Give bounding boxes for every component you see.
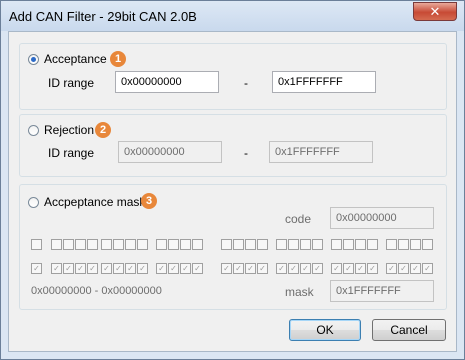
rejection-to-input[interactable]: 0x1FFFFFFF: [269, 141, 373, 163]
code-bit-6-checkbox[interactable]: [343, 239, 354, 250]
window-title: Add CAN Filter - 29bit CAN 2.0B: [9, 9, 197, 24]
mask-bit-2-checkbox[interactable]: ✓: [398, 263, 409, 274]
mask-bit-20-checkbox[interactable]: ✓: [137, 263, 148, 274]
rejection-range-dash: -: [244, 146, 248, 160]
mask-bit-28-checkbox[interactable]: ✓: [31, 263, 42, 274]
mask-bit-27-checkbox[interactable]: ✓: [51, 263, 62, 274]
code-bit-13-checkbox[interactable]: [245, 239, 256, 250]
code-bit-20-checkbox[interactable]: [137, 239, 148, 250]
acceptance-group: Acceptance 1 ID range 0x00000000 - 0x1FF…: [19, 43, 447, 110]
step-badge-1: 1: [110, 51, 126, 67]
mask-bit-0-checkbox[interactable]: ✓: [422, 263, 433, 274]
code-bit-14-checkbox[interactable]: [233, 239, 244, 250]
rejection-group: Rejection 2 ID range 0x00000000 - 0x1FFF…: [19, 114, 447, 177]
mask-bit-18-checkbox[interactable]: ✓: [168, 263, 179, 274]
mask-bit-22-checkbox[interactable]: ✓: [113, 263, 124, 274]
acceptance-radio[interactable]: [28, 54, 39, 65]
code-bit-24-checkbox[interactable]: [87, 239, 98, 250]
rejection-from-input[interactable]: 0x00000000: [118, 141, 222, 163]
ok-button[interactable]: OK: [289, 319, 361, 341]
code-bit-18-checkbox[interactable]: [168, 239, 179, 250]
code-bit-28-checkbox[interactable]: [31, 239, 42, 250]
acceptance-label[interactable]: Acceptance: [44, 52, 107, 66]
close-icon: ✕: [429, 3, 441, 19]
code-bit-3-checkbox[interactable]: [386, 239, 397, 250]
mask-bit-12-checkbox[interactable]: ✓: [257, 263, 268, 274]
dialog-window: Add CAN Filter - 29bit CAN 2.0B ✕ Accept…: [0, 0, 465, 360]
code-bit-16-checkbox[interactable]: [192, 239, 203, 250]
mask-bit-21-checkbox[interactable]: ✓: [125, 263, 136, 274]
mask-bit-24-checkbox[interactable]: ✓: [87, 263, 98, 274]
acceptance-from-input[interactable]: 0x00000000: [115, 71, 219, 93]
code-bit-15-checkbox[interactable]: [221, 239, 232, 250]
mask-bit-19-checkbox[interactable]: ✓: [156, 263, 167, 274]
mask-code-label: code: [285, 212, 312, 226]
cancel-button[interactable]: Cancel: [372, 319, 446, 341]
code-bit-10-checkbox[interactable]: [288, 239, 299, 250]
code-bit-11-checkbox[interactable]: [276, 239, 287, 250]
rejection-label[interactable]: Rejection: [44, 123, 94, 137]
code-bit-19-checkbox[interactable]: [156, 239, 167, 250]
mask-code-input[interactable]: 0x00000000: [330, 207, 434, 229]
acceptance-range-dash: -: [244, 76, 248, 90]
step-badge-2: 2: [95, 122, 111, 138]
rejection-id-range-label: ID range: [48, 146, 95, 160]
code-bit-27-checkbox[interactable]: [51, 239, 62, 250]
mask-bit-10-checkbox[interactable]: ✓: [288, 263, 299, 274]
step-badge-3: 3: [141, 193, 157, 209]
code-bit-2-checkbox[interactable]: [398, 239, 409, 250]
close-button[interactable]: ✕: [413, 2, 457, 21]
code-bit-21-checkbox[interactable]: [125, 239, 136, 250]
acceptance-mask-radio[interactable]: [28, 197, 39, 208]
mask-bit-4-checkbox[interactable]: ✓: [367, 263, 378, 274]
mask-bit-26-checkbox[interactable]: ✓: [63, 263, 74, 274]
code-bit-0-checkbox[interactable]: [422, 239, 433, 250]
mask-mask-label: mask: [285, 285, 314, 299]
mask-bit-9-checkbox[interactable]: ✓: [300, 263, 311, 274]
code-bit-17-checkbox[interactable]: [180, 239, 191, 250]
code-bit-7-checkbox[interactable]: [331, 239, 342, 250]
mask-mask-input[interactable]: 0x1FFFFFFF: [330, 280, 434, 302]
mask-bit-5-checkbox[interactable]: ✓: [355, 263, 366, 274]
code-bit-8-checkbox[interactable]: [312, 239, 323, 250]
code-bit-4-checkbox[interactable]: [367, 239, 378, 250]
mask-range-text: 0x00000000 - 0x00000000: [31, 285, 162, 297]
mask-bit-1-checkbox[interactable]: ✓: [410, 263, 421, 274]
rejection-radio[interactable]: [28, 125, 39, 136]
mask-bit-7-checkbox[interactable]: ✓: [331, 263, 342, 274]
mask-bit-8-checkbox[interactable]: ✓: [312, 263, 323, 274]
mask-bit-16-checkbox[interactable]: ✓: [192, 263, 203, 274]
mask-bit-3-checkbox[interactable]: ✓: [386, 263, 397, 274]
code-bit-26-checkbox[interactable]: [63, 239, 74, 250]
code-bit-1-checkbox[interactable]: [410, 239, 421, 250]
code-bit-5-checkbox[interactable]: [355, 239, 366, 250]
code-bit-9-checkbox[interactable]: [300, 239, 311, 250]
acceptance-mask-label[interactable]: Accpeptance mask: [44, 195, 145, 209]
code-bit-25-checkbox[interactable]: [75, 239, 86, 250]
acceptance-mask-group: Accpeptance mask 3 code 0x00000000 ✓ ✓ ✓ ✓ ✓…: [19, 184, 447, 310]
mask-bit-15-checkbox[interactable]: ✓: [221, 263, 232, 274]
mask-bit-25-checkbox[interactable]: ✓: [75, 263, 86, 274]
mask-bit-23-checkbox[interactable]: ✓: [101, 263, 112, 274]
mask-bit-11-checkbox[interactable]: ✓: [276, 263, 287, 274]
acceptance-to-input[interactable]: 0x1FFFFFFF: [272, 71, 376, 93]
code-bit-12-checkbox[interactable]: [257, 239, 268, 250]
dialog-client-area: Acceptance 1 ID range 0x00000000 - 0x1FF…: [8, 31, 457, 352]
code-bit-22-checkbox[interactable]: [113, 239, 124, 250]
mask-bit-6-checkbox[interactable]: ✓: [343, 263, 354, 274]
acceptance-id-range-label: ID range: [48, 76, 95, 90]
mask-bit-14-checkbox[interactable]: ✓: [233, 263, 244, 274]
mask-bit-17-checkbox[interactable]: ✓: [180, 263, 191, 274]
code-bit-23-checkbox[interactable]: [101, 239, 112, 250]
mask-bit-13-checkbox[interactable]: ✓: [245, 263, 256, 274]
title-bar[interactable]: Add CAN Filter - 29bit CAN 2.0B ✕: [1, 1, 464, 31]
